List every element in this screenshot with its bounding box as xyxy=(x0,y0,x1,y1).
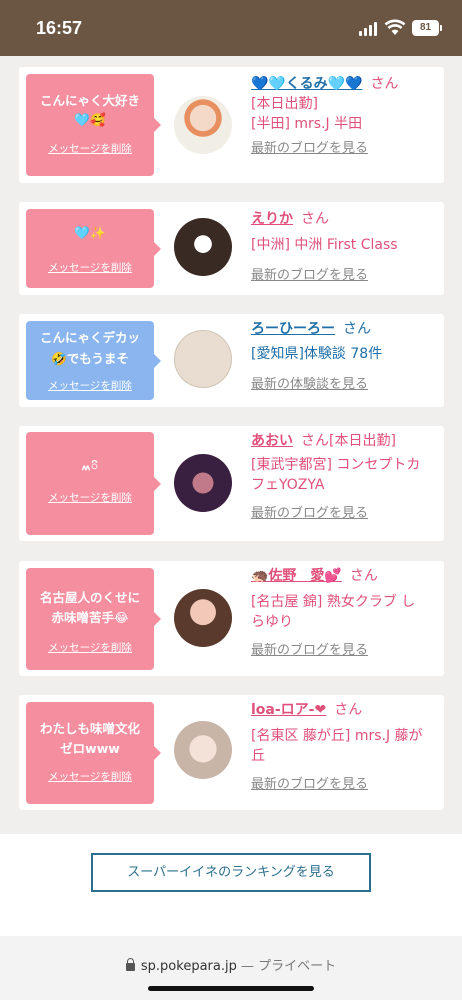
page-footer: スーパーイイネのランキングを見る xyxy=(0,834,462,936)
user-name-link[interactable]: 🦔佐野 愛💕 xyxy=(251,568,342,584)
shop-name: [半田] mrs.J 半田 xyxy=(251,116,363,132)
honorific: さん xyxy=(334,702,363,718)
message-card: ៳៝ メッセージを削除 あおい さん[本日出勤] [東武宇都宮] コンセプトカ フ… xyxy=(19,426,444,541)
shop-name: [名東区 藤が丘] mrs.J 藤が xyxy=(251,728,423,744)
message-text: こんにゃくデカッ xyxy=(39,330,140,345)
latest-blog-link[interactable]: 最新のブログを見る xyxy=(251,141,368,156)
message-text-line2: 🩵🥰 xyxy=(74,112,106,127)
delete-message-link[interactable]: メッセージを削除 xyxy=(26,378,154,393)
honorific: さん xyxy=(343,321,371,337)
message-list: こんにゃく大好き 🩵🥰 メッセージを削除 💙🩵くるみ🩵💙 さん [本日出勤] [半… xyxy=(0,56,462,834)
battery-icon: 81 xyxy=(412,20,442,36)
message-text: ៳៝ xyxy=(81,458,99,473)
message-bubble: わたしも味噌文化 ゼロwww メッセージを削除 xyxy=(26,702,161,804)
latest-blog-link[interactable]: 最新のブログを見る xyxy=(251,777,368,792)
honorific: さん xyxy=(370,76,399,92)
shop-name-cont: フェYOZYA xyxy=(251,477,325,493)
message-text: 🩵✨ xyxy=(74,225,106,240)
message-bubble: こんにゃくデカッ 🤣でもうまそ メッセージを削除 xyxy=(26,321,161,400)
clock: 16:57 xyxy=(36,18,83,38)
shop-name-cont: らゆり xyxy=(251,614,293,630)
view-ranking-button[interactable]: スーパーイイネのランキングを見る xyxy=(91,853,371,892)
message-text-line2: 🤣でもうまそ xyxy=(51,351,129,366)
message-bubble: 🩵✨ メッセージを削除 xyxy=(26,209,161,288)
delete-message-link[interactable]: メッセージを削除 xyxy=(26,141,154,156)
message-card: わたしも味噌文化 ゼロwww メッセージを削除 loa-ロア-❤ さん [名東区 … xyxy=(19,695,444,810)
shop-name: [中洲] 中洲 First Class xyxy=(251,237,398,253)
delete-message-link[interactable]: メッセージを削除 xyxy=(26,260,154,275)
honorific: さん xyxy=(301,211,329,227)
latest-blog-link[interactable]: 最新のブログを見る xyxy=(251,506,368,521)
avatar[interactable] xyxy=(174,218,232,276)
message-text-line2: ゼロwww xyxy=(60,741,120,756)
work-status: [本日出勤] xyxy=(329,433,396,449)
message-bubble: 名古屋人のくせに 赤味噌苦手😂 メッセージを削除 xyxy=(26,568,161,670)
privacy-label: — プライベート xyxy=(236,959,337,974)
status-bar: 16:57 81 xyxy=(0,0,462,56)
user-name-link[interactable]: ろーひーろー xyxy=(251,321,335,337)
avatar[interactable] xyxy=(174,96,232,154)
message-card: こんにゃく大好き 🩵🥰 メッセージを削除 💙🩵くるみ🩵💙 さん [本日出勤] [半… xyxy=(19,67,444,183)
user-info: あおい さん[本日出勤] [東武宇都宮] コンセプトカ フェYOZYA 最新のブロ… xyxy=(251,431,441,524)
delete-message-link[interactable]: メッセージを削除 xyxy=(26,640,154,655)
message-text: こんにゃく大好き xyxy=(39,93,140,108)
user-info: ろーひーろー さん [愛知県]体験談 78件 最新の体験談を見る xyxy=(251,319,441,395)
user-name-link[interactable]: 💙🩵くるみ🩵💙 xyxy=(251,76,362,92)
delete-message-link[interactable]: メッセージを削除 xyxy=(26,490,154,505)
url-display[interactable]: sp.pokepara.jp — プライベート xyxy=(0,955,462,974)
message-text: 名古屋人のくせに xyxy=(39,590,140,605)
avatar[interactable] xyxy=(174,454,232,512)
user-info: 💙🩵くるみ🩵💙 さん [本日出勤] [半田] mrs.J 半田 最新のブログを見る xyxy=(251,74,441,159)
message-text-line2: 赤味噌苦手😂 xyxy=(51,610,129,625)
user-info: loa-ロア-❤ さん [名東区 藤が丘] mrs.J 藤が 丘 最新のブログを見… xyxy=(251,700,441,795)
lock-icon xyxy=(125,958,135,971)
latest-blog-link[interactable]: 最新のブログを見る xyxy=(251,643,368,658)
latest-review-link[interactable]: 最新の体験談を見る xyxy=(251,377,368,392)
delete-message-link[interactable]: メッセージを削除 xyxy=(26,769,154,784)
user-name-link[interactable]: あおい xyxy=(251,433,293,449)
avatar[interactable] xyxy=(174,330,232,388)
shop-name: [名古屋 錦] 熟女クラブ し xyxy=(251,594,416,610)
message-card: こんにゃくデカッ 🤣でもうまそ メッセージを削除 ろーひーろー さん [愛知県]体… xyxy=(19,314,444,407)
message-bubble: こんにゃく大好き 🩵🥰 メッセージを削除 xyxy=(26,74,161,176)
work-status: [本日出勤] xyxy=(251,96,318,112)
url-domain: sp.pokepara.jp xyxy=(140,959,237,974)
user-name-link[interactable]: loa-ロア-❤ xyxy=(251,702,326,718)
review-count: [愛知県]体験談 78件 xyxy=(251,346,383,362)
shop-name-cont: 丘 xyxy=(251,748,265,764)
user-name-link[interactable]: えりか xyxy=(251,211,293,227)
message-bubble: ៳៝ メッセージを削除 xyxy=(26,432,161,535)
home-indicator[interactable] xyxy=(148,986,314,991)
signal-icon xyxy=(359,22,379,36)
avatar[interactable] xyxy=(174,589,232,647)
message-text: わたしも味噌文化 xyxy=(39,721,140,736)
avatar[interactable] xyxy=(174,721,232,779)
user-info: 🦔佐野 愛💕 さん [名古屋 錦] 熟女クラブ し らゆり 最新のブログを見る xyxy=(251,566,441,661)
wifi-icon xyxy=(384,19,406,35)
honorific: さん xyxy=(301,433,329,449)
message-card: 名古屋人のくせに 赤味噌苦手😂 メッセージを削除 🦔佐野 愛💕 さん [名古屋 錦… xyxy=(19,561,444,676)
user-info: えりか さん [中洲] 中洲 First Class 最新のブログを見る xyxy=(251,209,441,286)
honorific: さん xyxy=(349,568,378,584)
latest-blog-link[interactable]: 最新のブログを見る xyxy=(251,268,368,283)
shop-name: [東武宇都宮] コンセプトカ xyxy=(251,457,421,473)
message-card: 🩵✨ メッセージを削除 えりか さん [中洲] 中洲 First Class 最新… xyxy=(19,202,444,295)
